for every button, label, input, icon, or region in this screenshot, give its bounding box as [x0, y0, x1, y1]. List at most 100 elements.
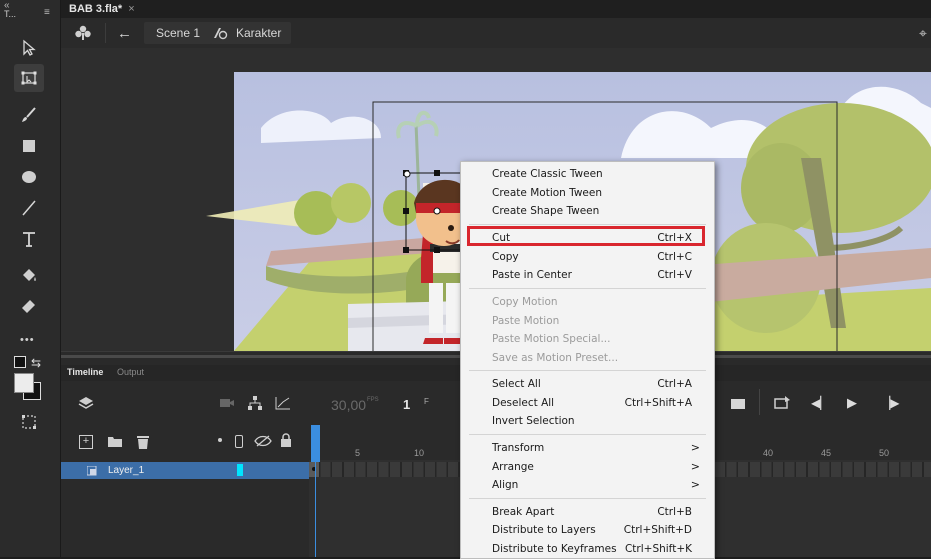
hide-layers-icon[interactable] — [254, 435, 272, 447]
tab-timeline[interactable]: Timeline — [67, 367, 103, 377]
menu-item-align[interactable]: Align > — [461, 476, 714, 494]
playhead-line — [315, 462, 316, 557]
rectangle-tool[interactable] — [14, 132, 44, 160]
menu-item-paste-motion-special: Paste Motion Special... — [492, 333, 611, 345]
current-frame[interactable]: 1 — [403, 397, 410, 412]
snap-tool[interactable] — [14, 408, 44, 436]
scene-menu-icon[interactable] — [73, 24, 93, 42]
keyframe[interactable] — [309, 462, 319, 477]
default-colors-icon[interactable] — [14, 356, 26, 368]
menu-item-distribute-to-keyframes[interactable]: Distribute to Keyframes Ctrl+Shift+K — [461, 540, 714, 558]
movieclip-symbol-icon — [214, 28, 228, 40]
text-tool[interactable] — [14, 225, 44, 253]
ruler-label: 10 — [414, 448, 425, 458]
menu-item-copy[interactable]: Copy Ctrl+C — [461, 248, 714, 266]
menu-item-create-classic-tween[interactable]: Create Classic Tween — [461, 165, 714, 183]
ruler-label: 50 — [879, 448, 890, 458]
step-back-icon[interactable]: ◀▏ — [811, 396, 829, 410]
eraser-icon — [22, 300, 35, 313]
line-tool[interactable] — [14, 194, 44, 222]
camera-icon[interactable] — [219, 397, 235, 409]
menu-item-create-shape-tween[interactable]: Create Shape Tween — [461, 202, 714, 220]
menu-item-select-all[interactable]: Select All Ctrl+A — [461, 375, 714, 393]
free-transform-icon — [21, 71, 37, 85]
divider — [759, 389, 760, 415]
menu-separator — [469, 224, 706, 225]
swap-colors-icon[interactable]: ⇆ — [31, 356, 41, 370]
new-folder-icon[interactable] — [107, 435, 123, 448]
highlight-layers-icon[interactable] — [218, 438, 222, 442]
selection-tool[interactable] — [14, 34, 44, 62]
menu-item-paste-in-center[interactable]: Paste in Center Ctrl+V — [461, 266, 714, 284]
step-forward-icon[interactable]: ▕▶ — [881, 396, 899, 410]
free-transform-tool[interactable] — [14, 64, 44, 92]
breadcrumb-symbol[interactable]: Karakter — [210, 22, 292, 44]
paint-bucket-icon — [23, 269, 36, 281]
breadcrumb-scene[interactable]: Scene 1 — [144, 22, 213, 44]
outline-icon[interactable] — [235, 435, 243, 448]
snap-icon — [22, 415, 36, 429]
playhead[interactable] — [311, 425, 320, 462]
close-tab-icon[interactable]: × — [128, 3, 134, 15]
menu-separator — [469, 498, 706, 499]
document-tab-label: BAB 3.fla* — [69, 3, 123, 15]
menu-item-arrange[interactable]: Arrange > — [461, 458, 714, 476]
parenting-icon[interactable] — [247, 396, 263, 410]
loop-icon[interactable] — [774, 396, 792, 410]
line-icon — [22, 200, 36, 216]
layer-row[interactable]: Layer_1 — [61, 462, 309, 479]
chevron-right-icon: > — [690, 460, 700, 473]
document-tab-bar: BAB 3.fla* × — [61, 0, 931, 18]
paint-bucket-tool[interactable] — [14, 262, 44, 290]
layer-name[interactable]: Layer_1 — [108, 465, 144, 476]
tools-panel-title: T... — [4, 9, 17, 19]
delete-layer-icon[interactable] — [136, 434, 150, 449]
ruler-label: 40 — [763, 448, 774, 458]
selection-icon — [23, 39, 36, 56]
menu-separator — [469, 370, 706, 371]
menu-separator — [469, 288, 706, 289]
menu-item-save-as-motion-preset: Save as Motion Preset... — [492, 352, 619, 364]
back-button[interactable]: ← — [117, 22, 132, 44]
oval-tool[interactable] — [14, 163, 44, 191]
document-tab[interactable]: BAB 3.fla* × — [61, 0, 143, 18]
graph-icon[interactable] — [275, 396, 291, 410]
layer-type-icon — [86, 465, 97, 476]
menu-item-create-motion-tween[interactable]: Create Motion Tween — [461, 184, 714, 202]
divider — [105, 23, 106, 43]
chevron-right-icon: > — [690, 441, 700, 454]
layers-icon[interactable] — [78, 395, 94, 411]
menu-item-distribute-to-layers[interactable]: Distribute to Layers Ctrl+Shift+D — [461, 521, 714, 539]
cut-highlight-box — [467, 226, 705, 246]
center-stage-icon[interactable]: ⌖ — [919, 25, 927, 42]
tab-output[interactable]: Output — [117, 367, 144, 377]
fps-unit: FPS — [367, 397, 379, 403]
panel-menu-icon[interactable]: ≡ — [44, 7, 50, 18]
menu-item-transform[interactable]: Transform > — [461, 439, 714, 457]
oval-icon — [22, 171, 36, 183]
menu-item-invert-selection[interactable]: Invert Selection — [461, 412, 714, 430]
text-icon — [23, 232, 35, 247]
new-layer-icon[interactable]: + — [79, 435, 93, 449]
menu-separator — [469, 434, 706, 435]
rectangle-icon — [23, 140, 35, 152]
menu-item-copy-motion: Copy Motion — [492, 296, 558, 308]
menu-item-deselect-all[interactable]: Deselect All Ctrl+Shift+A — [461, 394, 714, 412]
fill-color-swatch[interactable] — [14, 373, 34, 393]
play-icon[interactable]: ▶ — [847, 395, 857, 411]
insert-keyframe-icon[interactable] — [731, 399, 745, 409]
brush-tool[interactable] — [14, 101, 44, 129]
menu-item-break-apart[interactable]: Break Apart Ctrl+B — [461, 503, 714, 521]
ruler-label: 45 — [821, 448, 832, 458]
edit-bar: ← Scene 1 Karakter ⌖ — [61, 18, 931, 48]
context-menu: Create Classic Tween Create Motion Tween… — [460, 161, 715, 559]
eraser-tool[interactable] — [14, 292, 44, 320]
layer-color-swatch[interactable] — [237, 464, 243, 476]
menu-item-paste-motion: Paste Motion — [492, 315, 560, 327]
fps-value[interactable]: 30,00 — [331, 397, 366, 413]
chevron-right-icon: > — [690, 478, 700, 491]
frame-unit: F — [424, 397, 429, 406]
ruler-label: 5 — [355, 448, 361, 458]
lock-icon[interactable] — [280, 433, 292, 447]
more-tools-icon[interactable]: ••• — [20, 334, 35, 346]
